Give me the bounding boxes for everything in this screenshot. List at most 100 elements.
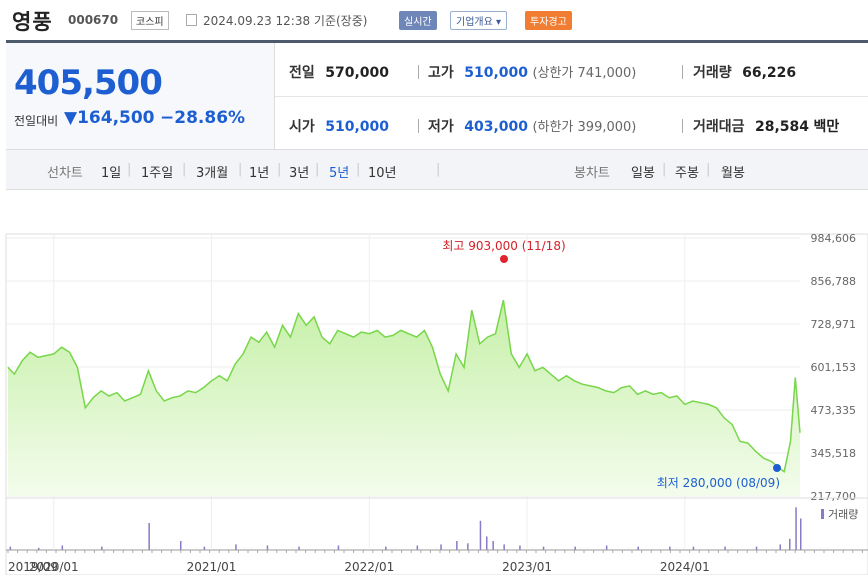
volume-bar <box>503 544 505 550</box>
high-marker <box>500 255 508 263</box>
stock-name: 영풍 <box>12 10 53 34</box>
separator: | <box>127 162 132 177</box>
volume-bar <box>9 546 12 550</box>
volume-bar <box>542 546 545 550</box>
high-value: 510,000 <box>464 65 528 81</box>
open-label: 시가 <box>289 119 315 135</box>
volume-bar <box>669 546 671 550</box>
volume-bar <box>235 544 237 550</box>
volume-bar <box>637 546 639 550</box>
period-3y[interactable]: 3년 <box>289 162 309 181</box>
company-overview-dropdown[interactable]: 기업개요 ▾ <box>450 11 507 30</box>
divider <box>418 65 419 79</box>
trade-amount: 거래대금 28,584 백만 <box>693 116 839 136</box>
price-chart[interactable]: 984,606 856,788 728,971 601,153 473,335 345,5… <box>0 228 868 575</box>
line-chart-label: 선차트 <box>47 166 83 181</box>
y-tick-label: 856,788 <box>811 275 857 288</box>
price-area <box>8 300 800 496</box>
volume-bar <box>148 523 150 550</box>
down-arrow-icon: ▼ <box>64 108 78 128</box>
period-1d[interactable]: 1일 <box>101 162 121 181</box>
volume-bar <box>789 538 791 551</box>
volume-bar <box>800 518 802 550</box>
volume-legend: 거래량 <box>828 508 858 521</box>
divider <box>418 119 419 133</box>
low-marker <box>773 464 781 472</box>
amount-value: 28,584 <box>754 119 810 135</box>
lower-limit: (하한가 399,000) <box>532 120 637 135</box>
x-tick-label: 2020/01 <box>29 560 79 574</box>
summary-divider <box>275 96 868 97</box>
volume-bar <box>101 546 103 550</box>
realtime-button[interactable]: 실시간 <box>399 11 437 30</box>
volume-bar <box>492 541 494 550</box>
price-summary: 전일 570,000 고가 510,000 (상한가 741,000) 거래량 … <box>275 43 868 149</box>
high-label: 고가 <box>428 65 454 81</box>
volume-bar <box>755 546 758 550</box>
candle-monthly[interactable]: 월봉 <box>721 162 745 181</box>
market-badge: 코스피 <box>131 11 169 30</box>
candle-weekly[interactable]: 주봉 <box>675 162 699 181</box>
y-tick-label: 984,606 <box>811 232 857 245</box>
high-price: 고가 510,000 (상한가 741,000) <box>428 62 636 82</box>
x-tick-label: 2024/01 <box>660 560 710 574</box>
candle-daily[interactable]: 일봉 <box>631 162 655 181</box>
low-price: 저가 403,000 (하한가 399,000) <box>428 116 636 136</box>
separator: | <box>706 162 711 177</box>
divider <box>682 119 683 133</box>
separator: | <box>238 162 243 177</box>
volume-bar <box>61 545 64 550</box>
volume-bar <box>486 536 488 550</box>
candle-chart-label: 봉차트 <box>574 166 610 181</box>
prev-close-value: 570,000 <box>325 65 389 81</box>
volume-bar <box>440 544 442 550</box>
separator: | <box>277 162 282 177</box>
stock-code: 000670 <box>68 13 119 27</box>
volume-label: 거래량 <box>693 65 732 81</box>
volume-legend-swatch <box>821 509 824 519</box>
open-value: 510,000 <box>325 119 389 135</box>
volume-bar <box>266 545 269 550</box>
low-value: 403,000 <box>464 119 528 135</box>
price-box: 405,500 전일대비 ▼164,500 −28.86% <box>6 43 275 149</box>
period-1y[interactable]: 1년 <box>249 162 269 181</box>
y-tick-label: 728,971 <box>811 318 857 331</box>
period-toolbar: 선차트 1일 | 1주일 | 3개월 | 1년 | 3년 | 5년 | 10년 … <box>6 149 868 190</box>
change-label: 전일대비 <box>14 114 59 128</box>
volume-bar <box>385 546 387 550</box>
change-percent: −28.86% <box>160 108 246 128</box>
volume-bar <box>337 545 340 550</box>
investment-warning-badge[interactable]: 투자경고 <box>525 11 572 30</box>
separator: | <box>182 162 187 177</box>
volume-bar <box>298 546 300 550</box>
quote-datetime: 2024.09.23 12:38 기준(장중) <box>203 14 368 28</box>
y-tick-label: 473,335 <box>811 404 857 417</box>
prev-close-label: 전일 <box>289 65 315 81</box>
period-3m[interactable]: 3개월 <box>196 162 228 181</box>
separator: | <box>662 162 667 177</box>
period-10y[interactable]: 10년 <box>368 162 397 181</box>
volume-bar <box>574 546 576 550</box>
y-tick-label: 217,700 <box>811 490 857 503</box>
volume-bar <box>180 541 182 550</box>
volume: 거래량 66,226 <box>693 62 796 82</box>
x-tick-label: 2021/01 <box>187 560 237 574</box>
amount-label: 거래대금 <box>693 119 745 135</box>
prev-close: 전일 570,000 <box>289 62 389 82</box>
volume-bar <box>416 545 419 550</box>
volume-bar <box>467 543 469 551</box>
calendar-icon <box>186 14 197 26</box>
volume-bar <box>779 544 781 550</box>
change-amount: 164,500 <box>77 108 155 128</box>
volume-bar <box>456 541 458 550</box>
period-5y[interactable]: 5년 <box>329 162 349 181</box>
period-1w[interactable]: 1주일 <box>141 162 173 181</box>
low-annotation: 최저 280,000 (08/09) <box>657 476 780 490</box>
low-label: 저가 <box>428 119 454 135</box>
separator: | <box>315 162 320 177</box>
amount-unit: 백만 <box>813 119 840 135</box>
change-value: ▼164,500 <box>64 108 155 128</box>
separator: | <box>356 162 361 177</box>
y-tick-label: 345,518 <box>811 447 857 460</box>
upper-limit: (상한가 741,000) <box>532 66 637 81</box>
